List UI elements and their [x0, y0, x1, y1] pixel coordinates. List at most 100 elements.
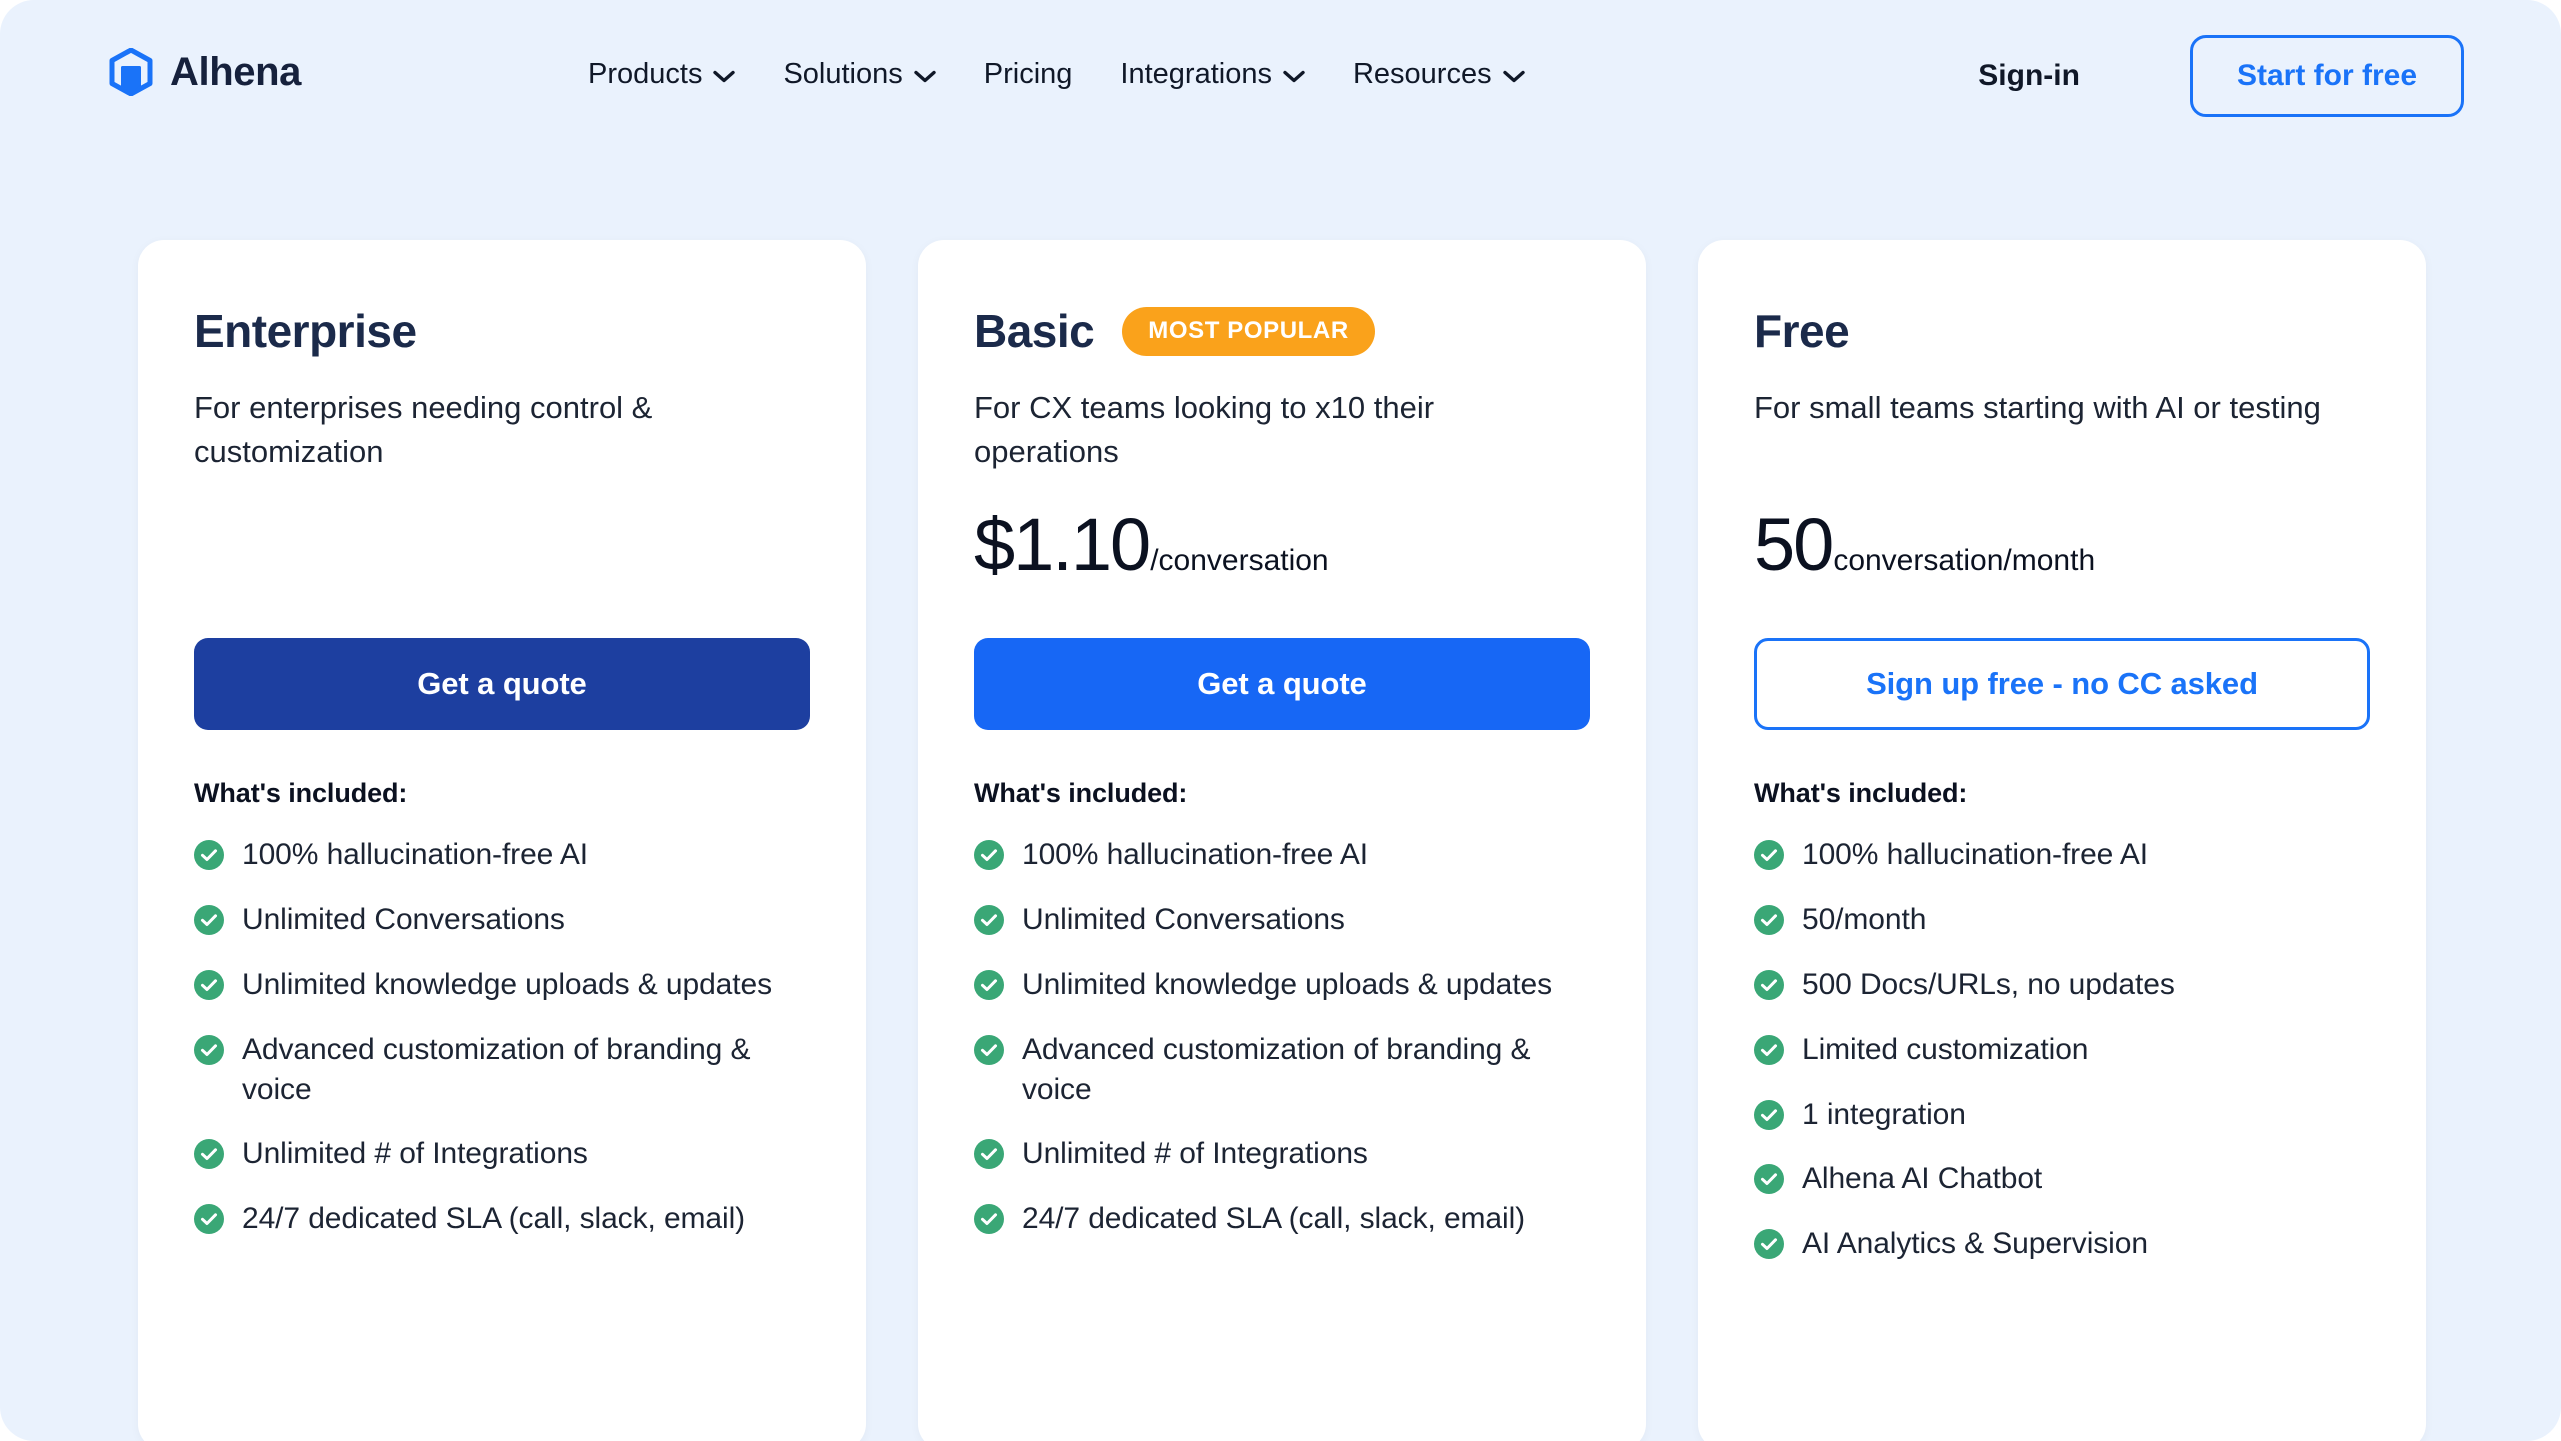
- list-item: 100% hallucination-free AI: [194, 835, 810, 875]
- check-circle-icon: [194, 965, 224, 1000]
- plan-name: Free: [1754, 305, 1850, 357]
- feature-text: AI Analytics & Supervision: [1802, 1227, 2148, 1261]
- feature-text: 24/7 dedicated SLA (call, slack, email): [242, 1202, 746, 1236]
- plan-price-amount: 50: [1754, 503, 1834, 586]
- feature-list: 100% hallucination-free AI Unlimited Con…: [194, 835, 810, 1239]
- list-item: Unlimited # of Integrations: [194, 1134, 810, 1174]
- nav-item-products-label: Products: [588, 58, 703, 90]
- status-badge: MOST POPULAR: [1122, 306, 1375, 356]
- feature-text: 24/7 dedicated SLA (call, slack, email): [1022, 1202, 1526, 1236]
- list-item: Advanced customization of branding & voi…: [974, 1030, 1590, 1110]
- feature-text: 50/month: [1802, 902, 1927, 936]
- check-circle-icon: [194, 835, 224, 871]
- chevron-down-icon: [1502, 66, 1525, 83]
- pricing-card-grid: Enterprise For enterprises needing contr…: [138, 240, 2426, 1441]
- plan-name: Basic: [974, 305, 1095, 357]
- list-item: Unlimited knowledge uploads & updates: [974, 965, 1590, 1005]
- plan-name: Enterprise: [194, 305, 417, 357]
- top-navbar: Alhena Products Solutions Pricing Integr…: [0, 0, 2561, 164]
- check-circle-icon: [194, 900, 224, 935]
- alhena-cube-logo-icon: [108, 48, 154, 96]
- feature-text: Unlimited knowledge uploads & updates: [242, 967, 772, 1001]
- list-item: 50/month: [1754, 900, 2370, 940]
- feature-list: 100% hallucination-free AI Unlimited Con…: [974, 835, 1590, 1239]
- chevron-down-icon: [713, 66, 736, 83]
- feature-text: 1 integration: [1802, 1097, 1966, 1131]
- check-circle-icon: [194, 1199, 224, 1235]
- nav-item-integrations[interactable]: Integrations: [1096, 56, 1329, 94]
- check-circle-icon: [1754, 1095, 1784, 1130]
- check-circle-icon: [1754, 1159, 1784, 1195]
- get-a-quote-button[interactable]: Get a quote: [194, 638, 810, 731]
- list-item: Unlimited # of Integrations: [974, 1134, 1590, 1174]
- start-for-free-button[interactable]: Start for free: [2189, 35, 2464, 117]
- list-item: 500 Docs/URLs, no updates: [1754, 965, 2370, 1005]
- list-item: 1 integration: [1754, 1095, 2370, 1135]
- nav-item-solutions[interactable]: Solutions: [759, 56, 959, 94]
- feature-list: 100% hallucination-free AI 50/month 500 …: [1754, 835, 2370, 1264]
- chevron-down-icon: [1283, 66, 1305, 83]
- check-circle-icon: [194, 1134, 224, 1170]
- plan-price-amount: $1.10: [974, 503, 1151, 587]
- nav-actions: Sign-in Start for free: [1978, 35, 2464, 117]
- list-item: Unlimited knowledge uploads & updates: [194, 965, 810, 1005]
- feature-text: Unlimited knowledge uploads & updates: [1022, 967, 1552, 1001]
- plan-description: For small teams starting with AI or test…: [1754, 390, 2321, 425]
- check-circle-icon: [194, 1030, 224, 1065]
- nav-item-products[interactable]: Products: [588, 56, 759, 94]
- nav-item-pricing[interactable]: Pricing: [960, 56, 1097, 94]
- check-circle-icon: [974, 835, 1004, 871]
- list-item: Alhena AI Chatbot: [1754, 1159, 2370, 1199]
- sign-up-free-button[interactable]: Sign up free - no CC asked: [1754, 638, 2370, 730]
- plan-description: For CX teams looking to x10 their operat…: [974, 390, 1435, 470]
- plan-header: Enterprise: [194, 302, 810, 360]
- check-circle-icon: [1754, 965, 1784, 1000]
- check-circle-icon: [974, 965, 1004, 1000]
- list-item: AI Analytics & Supervision: [1754, 1224, 2370, 1264]
- feature-text: 500 Docs/URLs, no updates: [1802, 967, 2175, 1001]
- whats-included-label: What's included:: [194, 778, 408, 809]
- plan-card-free: Free For small teams starting with AI or…: [1698, 240, 2426, 1441]
- plan-header: Basic MOST POPULAR: [974, 302, 1590, 360]
- whats-included-label: What's included:: [974, 778, 1188, 809]
- feature-text: Unlimited # of Integrations: [242, 1137, 588, 1171]
- list-item: Unlimited Conversations: [974, 900, 1590, 940]
- plan-description: For enterprises needing control & custom…: [194, 390, 653, 470]
- plan-price-unit: /conversation: [1150, 544, 1329, 578]
- check-circle-icon: [974, 1199, 1004, 1235]
- whats-included-label: What's included:: [1754, 778, 1968, 808]
- feature-text: 100% hallucination-free AI: [242, 838, 588, 872]
- pricing-page: Alhena Products Solutions Pricing Integr…: [0, 0, 2561, 1441]
- chevron-down-icon: [914, 66, 936, 83]
- list-item: 100% hallucination-free AI: [1754, 835, 2370, 875]
- list-item: 24/7 dedicated SLA (call, slack, email): [194, 1199, 810, 1239]
- list-item: Advanced customization of branding & voi…: [194, 1030, 810, 1110]
- feature-text: 100% hallucination-free AI: [1022, 838, 1368, 872]
- feature-text: Alhena AI Chatbot: [1802, 1162, 2043, 1196]
- plan-card-basic: Basic MOST POPULAR For CX teams looking …: [918, 240, 1646, 1441]
- check-circle-icon: [1754, 835, 1784, 870]
- check-circle-icon: [1754, 1030, 1784, 1065]
- plan-price-unit: conversation/month: [1833, 544, 2096, 577]
- check-circle-icon: [974, 1030, 1004, 1065]
- list-item: 24/7 dedicated SLA (call, slack, email): [974, 1199, 1590, 1239]
- nav-item-resources-label: Resources: [1352, 58, 1492, 90]
- feature-text: Unlimited Conversations: [1022, 902, 1345, 936]
- plan-price: $1.10 /conversation: [974, 508, 1590, 600]
- check-circle-icon: [1754, 900, 1784, 935]
- feature-text: Advanced customization of branding & voi…: [242, 1032, 751, 1106]
- nav-links: Products Solutions Pricing Integrations …: [588, 56, 1549, 94]
- nav-item-solutions-label: Solutions: [783, 58, 903, 90]
- feature-text: 100% hallucination-free AI: [1802, 838, 2148, 871]
- list-item: Limited customization: [1754, 1030, 2370, 1070]
- plan-card-enterprise: Enterprise For enterprises needing contr…: [138, 240, 866, 1441]
- list-item: 100% hallucination-free AI: [974, 835, 1590, 875]
- plan-price: [194, 508, 810, 600]
- brand-logo-link[interactable]: Alhena: [108, 48, 301, 96]
- sign-in-link[interactable]: Sign-in: [1978, 59, 2080, 93]
- get-a-quote-button[interactable]: Get a quote: [974, 638, 1590, 731]
- list-item: Unlimited Conversations: [194, 900, 810, 940]
- feature-text: Unlimited # of Integrations: [1022, 1137, 1368, 1171]
- brand-name: Alhena: [170, 50, 301, 94]
- nav-item-resources[interactable]: Resources: [1329, 56, 1549, 94]
